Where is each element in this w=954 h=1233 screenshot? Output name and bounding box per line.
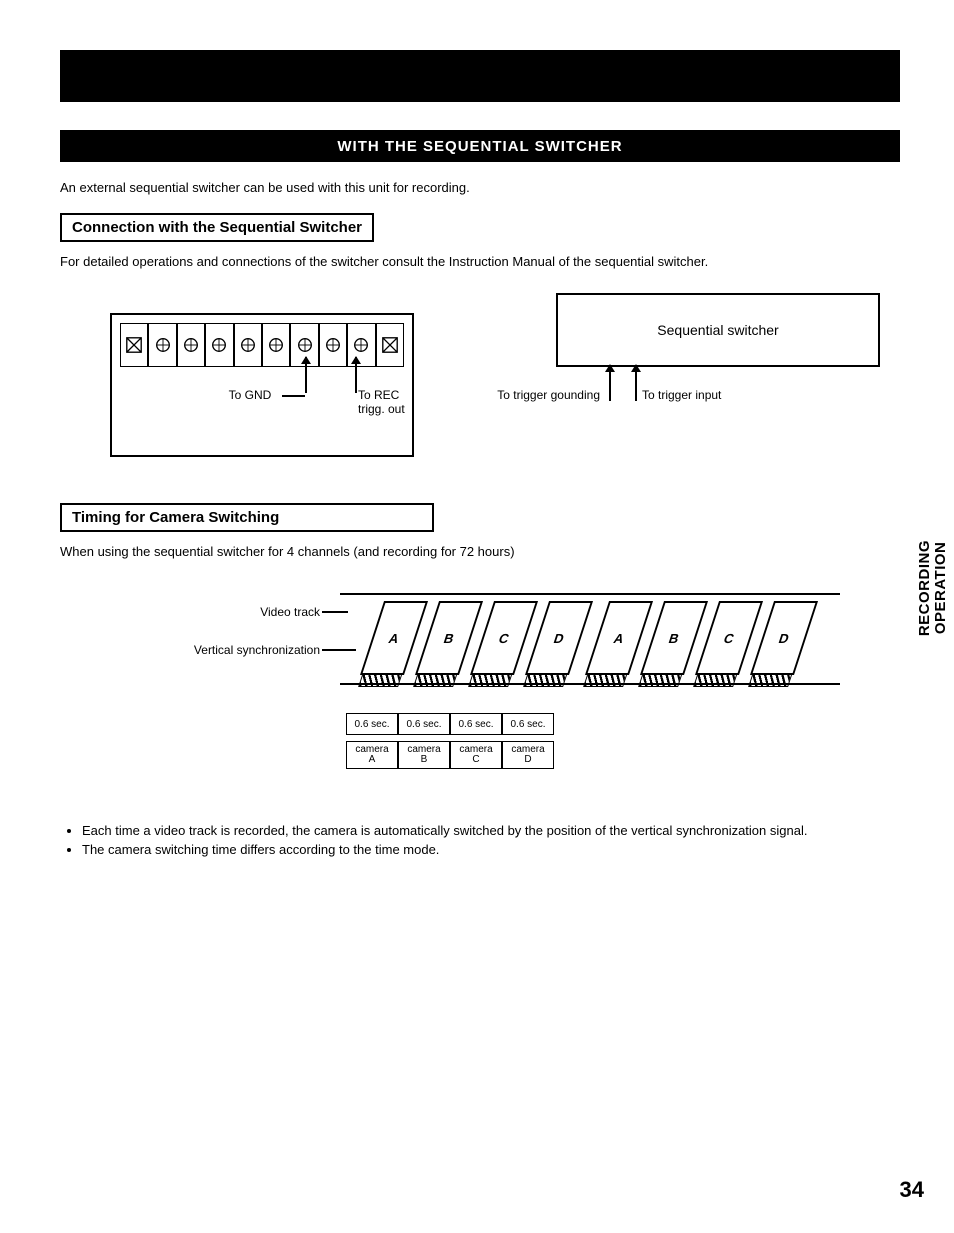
time-cell: 0.6 sec.: [398, 713, 450, 735]
bullet-item: The camera switching time differs accord…: [82, 842, 900, 857]
switcher-box: Sequential switcher: [556, 293, 880, 367]
timing-diagram: Video track Vertical synchronization A B…: [140, 583, 860, 803]
diagram-line: [609, 365, 611, 401]
vcr-unit-box: [110, 313, 414, 457]
connector-icon: [262, 323, 290, 367]
vsync-label: Vertical synchronization: [160, 643, 320, 657]
header-black-bar: [60, 50, 900, 102]
to-rec-label: To REC trigg. out: [358, 389, 428, 417]
connector-icon: [177, 323, 205, 367]
video-track-label: Video track: [200, 605, 320, 619]
connector-icon: [376, 323, 404, 367]
track-slot: D: [750, 601, 818, 675]
diagram-line: [635, 365, 637, 401]
camera-cell: camera B: [398, 741, 450, 769]
to-trigger-input-label: To trigger input: [642, 389, 762, 403]
page-number: 34: [900, 1177, 924, 1203]
connector-icon: [319, 323, 347, 367]
camera-cell: camera A: [346, 741, 398, 769]
time-cell: 0.6 sec.: [346, 713, 398, 735]
camera-cell: camera D: [502, 741, 554, 769]
connection-diagram: Sequential switcher To GND To REC trigg.…: [60, 293, 880, 473]
camera-cell: camera C: [450, 741, 502, 769]
bullet-item: Each time a video track is recorded, the…: [82, 823, 900, 838]
to-trigger-gnd-label: To trigger gounding: [470, 389, 600, 403]
diagram-line: [305, 357, 307, 393]
connector-icon: [234, 323, 262, 367]
section2-heading: Timing for Camera Switching: [60, 503, 434, 532]
diagram-line: [355, 357, 357, 393]
diagram-line: [322, 611, 348, 613]
to-gnd-label: To GND: [220, 389, 280, 403]
connector-icon: [205, 323, 233, 367]
diagram-line: [282, 395, 305, 397]
diagram-line: [340, 593, 840, 595]
connector-icon: [120, 323, 148, 367]
time-cell: 0.6 sec.: [502, 713, 554, 735]
track-slot: D: [525, 601, 593, 675]
section1-para: For detailed operations and connections …: [60, 254, 900, 269]
section2-para: When using the sequential switcher for 4…: [60, 544, 900, 559]
time-cell: 0.6 sec.: [450, 713, 502, 735]
title-strip: WITH THE SEQUENTIAL SWITCHER: [60, 130, 900, 162]
diagram-line: [322, 649, 356, 651]
bullet-list: Each time a video track is recorded, the…: [60, 823, 900, 857]
connector-icon: [148, 323, 176, 367]
intro-text: An external sequential switcher can be u…: [60, 180, 900, 195]
side-tab-label: RECORDING OPERATION: [917, 540, 949, 636]
section1-heading: Connection with the Sequential Switcher: [60, 213, 374, 242]
